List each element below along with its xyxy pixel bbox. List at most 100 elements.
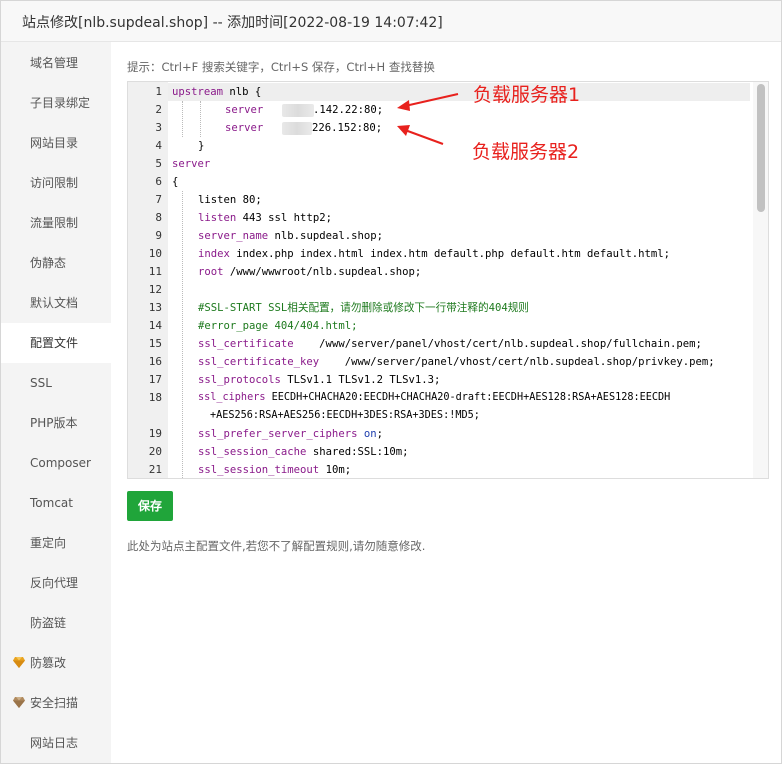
code-keyword: server_name — [198, 230, 269, 242]
line-number: 9 — [155, 229, 162, 242]
dialog-titlebar[interactable]: 站点修改[nlb.supdeal.shop] -- 添加时间[2022-08-1… — [1, 1, 781, 42]
sidebar-item-label: 重定向 — [30, 536, 67, 550]
code-text: shared:SSL:10m; — [306, 446, 409, 458]
sidebar-item-label: 反向代理 — [30, 576, 79, 590]
code-keyword: ssl_certificate — [198, 338, 294, 350]
sidebar-item-site-dir[interactable]: 网站目录 — [1, 123, 111, 163]
sidebar-item-domain[interactable]: 域名管理 — [1, 43, 111, 83]
sidebar-item-config-file[interactable]: 配置文件 — [1, 323, 111, 363]
line-number: 8 — [155, 211, 162, 224]
code-line-4: } — [198, 140, 205, 152]
code-keyword: listen — [198, 212, 237, 224]
code-line-3-value: 226.152:80; — [312, 119, 382, 137]
gem-icon — [13, 657, 25, 668]
code-line-18-wrap: +AES256:RSA+AES256:EECDH+3DES:RSA+3DES:!… — [210, 410, 480, 421]
annotation-server-2: 负载服务器2 — [472, 141, 580, 163]
code-text: EECDH+CHACHA20:EECDH+CHACHA20-draft:EECD… — [265, 392, 671, 403]
line-number: 10 — [148, 247, 162, 260]
code-line-11: root /www/wwwroot/nlb.supdeal.shop; — [198, 263, 421, 281]
code-line-5: server — [172, 155, 210, 173]
sidebar-item-label: 流量限制 — [30, 216, 79, 230]
code-text: /www/server/panel/vhost/cert/nlb.supdeal… — [319, 356, 715, 368]
line-number: 15 — [148, 337, 162, 350]
code-text: .142.22:80; — [313, 104, 384, 116]
sidebar-item-label: 默认文档 — [30, 296, 79, 310]
code-line-10: index index.php index.html index.htm def… — [198, 245, 670, 263]
line-number: 14 — [148, 319, 162, 332]
code-line-17: ssl_protocols TLSv1.1 TLSv1.2 TLSv1.3; — [198, 371, 440, 389]
redacted-ip — [282, 122, 312, 135]
site-edit-dialog: 站点修改[nlb.supdeal.shop] -- 添加时间[2022-08-1… — [0, 0, 782, 764]
code-value: on — [357, 428, 377, 440]
code-keyword: upstream — [172, 86, 224, 98]
code-line-14: #error_page 404/404.html; — [198, 320, 358, 332]
sidebar-item-label: 子目录绑定 — [30, 96, 91, 110]
code-line-15: ssl_certificate /www/server/panel/vhost/… — [198, 335, 702, 353]
sidebar-item-label: 配置文件 — [30, 336, 79, 350]
code-line-8: listen 443 ssl http2; — [198, 209, 332, 227]
code-text: 443 ssl http2; — [236, 212, 332, 224]
code-keyword: root — [198, 266, 224, 278]
line-number: 6 — [155, 175, 162, 188]
sidebar-item-hotlink[interactable]: 防盗链 — [1, 603, 111, 643]
sidebar-item-label: PHP版本 — [30, 416, 78, 430]
sidebar-item-composer[interactable]: Composer — [1, 443, 111, 483]
shortcut-hint: 提示：Ctrl+F 搜索关键字，Ctrl+S 保存，Ctrl+H 查找替换 — [127, 60, 435, 74]
code-line-2-value: .142.22:80; — [313, 101, 383, 119]
sidebar-item-traffic-limit[interactable]: 流量限制 — [1, 203, 111, 243]
code-line-16: ssl_certificate_key /www/server/panel/vh… — [198, 353, 715, 371]
sidebar-item-security-scan[interactable]: 安全扫描 — [1, 683, 111, 723]
sidebar-item-label: 防盗链 — [30, 616, 67, 630]
redacted-ip — [282, 104, 314, 117]
sidebar-item-label: 访问限制 — [30, 176, 79, 190]
code-text: nlb { — [223, 86, 262, 98]
annotation-server-1: 负载服务器1 — [473, 84, 581, 106]
sidebar-item-tomcat[interactable]: Tomcat — [1, 483, 111, 523]
code-line-7: listen 80; — [198, 191, 262, 209]
code-keyword: ssl_session_cache — [198, 446, 307, 458]
sidebar-item-ssl[interactable]: SSL — [1, 363, 111, 403]
gem-icon — [13, 697, 25, 708]
sidebar-item-site-log[interactable]: 网站日志 — [1, 723, 111, 763]
code-text: /www/wwwroot/nlb.supdeal.shop; — [223, 266, 422, 278]
code-line-1: upstream nlb { — [172, 83, 261, 101]
line-number: 16 — [148, 355, 162, 368]
line-number: 18 — [148, 391, 162, 404]
code-text: ; — [376, 428, 383, 440]
code-keyword: ssl_protocols — [198, 374, 281, 386]
code-text: 226.152:80; — [312, 122, 383, 134]
config-warning-note: 此处为站点主配置文件,若您不了解配置规则,请勿随意修改. — [127, 539, 426, 553]
line-number: 4 — [155, 139, 162, 152]
code-keyword: server — [225, 104, 264, 116]
line-number: 1 — [155, 85, 162, 98]
editor-scrollbar-thumb[interactable] — [757, 84, 765, 212]
code-text: 80; — [236, 194, 262, 206]
sidebar-item-label: 域名管理 — [30, 56, 79, 70]
indent-guide — [182, 191, 183, 478]
sidebar-item-default-doc[interactable]: 默认文档 — [1, 283, 111, 323]
sidebar-item-redirect[interactable]: 重定向 — [1, 523, 111, 563]
indent-guide — [182, 101, 183, 137]
sidebar-item-access-limit[interactable]: 访问限制 — [1, 163, 111, 203]
code-line-20: ssl_session_cache shared:SSL:10m; — [198, 443, 409, 461]
sidebar-item-label: 网站目录 — [30, 136, 79, 150]
code-keyword: ssl_certificate_key — [198, 356, 320, 368]
line-number: 13 — [148, 301, 162, 314]
line-number: 5 — [155, 157, 162, 170]
line-number: 12 — [148, 283, 162, 296]
sidebar-item-reverse-proxy[interactable]: 反向代理 — [1, 563, 111, 603]
code-line-9: server_name nlb.supdeal.shop; — [198, 227, 383, 245]
code-text: /www/server/panel/vhost/cert/nlb.supdeal… — [293, 338, 702, 350]
line-number: 11 — [148, 265, 162, 278]
code-text: TLSv1.1 TLSv1.2 TLSv1.3; — [280, 374, 441, 386]
sidebar-item-rewrite[interactable]: 伪静态 — [1, 243, 111, 283]
sidebar-item-subdir[interactable]: 子目录绑定 — [1, 83, 111, 123]
code-line-6: { — [172, 176, 179, 188]
sidebar-item-label: 安全扫描 — [30, 696, 79, 710]
sidebar-item-tamper-proof[interactable]: 防篡改 — [1, 643, 111, 683]
sidebar-item-php-version[interactable]: PHP版本 — [1, 403, 111, 443]
save-button[interactable]: 保存 — [127, 491, 173, 521]
code-text: nlb.supdeal.shop; — [268, 230, 383, 242]
code-keyword: ssl_prefer_server_ciphers — [198, 428, 358, 440]
sidebar-item-label: 伪静态 — [30, 256, 67, 270]
